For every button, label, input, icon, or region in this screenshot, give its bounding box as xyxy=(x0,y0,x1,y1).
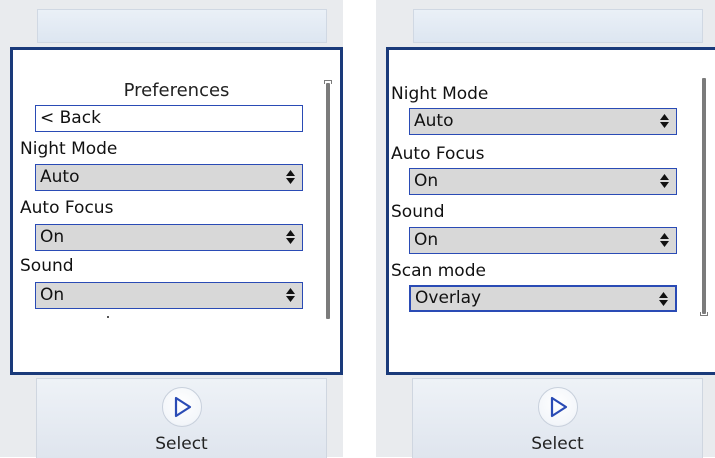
scan-mode-label: Scan mode xyxy=(391,261,486,281)
right-phone-screen: Night Mode Auto Auto Focus On Sound On S… xyxy=(376,0,715,458)
select-softkey-button[interactable] xyxy=(537,387,578,427)
night-mode-value: Auto xyxy=(40,167,80,187)
auto-focus-value: On xyxy=(40,227,65,247)
sound-select[interactable]: On xyxy=(409,227,677,254)
night-mode-label: Night Mode xyxy=(391,84,489,104)
sound-select[interactable]: On xyxy=(35,282,303,309)
preferences-panel: Preferences < Back Night Mode Auto Auto … xyxy=(10,47,343,375)
play-triangle-icon xyxy=(174,396,191,418)
up-down-arrows-icon xyxy=(660,174,669,188)
auto-focus-select[interactable]: On xyxy=(409,168,677,195)
sound-label: Sound xyxy=(391,202,445,222)
select-label: Select xyxy=(155,434,208,454)
preferences-panel-scrolled: Night Mode Auto Auto Focus On Sound On S… xyxy=(386,47,715,375)
scrollbar[interactable] xyxy=(702,78,706,314)
left-phone-screen: Preferences < Back Night Mode Auto Auto … xyxy=(0,0,343,458)
up-down-arrows-icon xyxy=(286,288,295,302)
night-mode-select[interactable]: Auto xyxy=(409,108,677,135)
scan-mode-value: Overlay xyxy=(415,288,482,308)
select-softkey-button[interactable] xyxy=(161,387,202,427)
sound-value: On xyxy=(414,230,439,250)
auto-focus-select[interactable]: On xyxy=(35,224,303,251)
night-mode-value: Auto xyxy=(414,111,454,131)
partial-content-dot xyxy=(107,316,109,318)
night-mode-label: Night Mode xyxy=(20,139,118,159)
sound-label: Sound xyxy=(20,256,74,276)
back-button[interactable]: < Back xyxy=(35,105,303,132)
up-down-arrows-icon xyxy=(286,170,295,184)
top-title-bar xyxy=(413,9,703,43)
up-down-arrows-icon xyxy=(659,292,668,306)
up-down-arrows-icon xyxy=(660,233,669,247)
sound-value: On xyxy=(40,285,65,305)
auto-focus-label: Auto Focus xyxy=(391,144,485,164)
auto-focus-value: On xyxy=(414,171,439,191)
softkey-bar: Select xyxy=(412,378,703,458)
scrollbar[interactable] xyxy=(326,83,330,319)
up-down-arrows-icon xyxy=(286,230,295,244)
up-down-arrows-icon xyxy=(660,114,669,128)
softkey-bar: Select xyxy=(36,378,327,458)
night-mode-select[interactable]: Auto xyxy=(35,164,303,191)
auto-focus-label: Auto Focus xyxy=(20,198,114,218)
page-title: Preferences xyxy=(123,80,230,101)
scan-mode-select[interactable]: Overlay xyxy=(409,285,677,312)
play-triangle-icon xyxy=(550,396,567,418)
top-title-bar xyxy=(37,9,327,43)
scrollbar-bottom-cap xyxy=(700,312,708,316)
select-label: Select xyxy=(531,434,584,454)
